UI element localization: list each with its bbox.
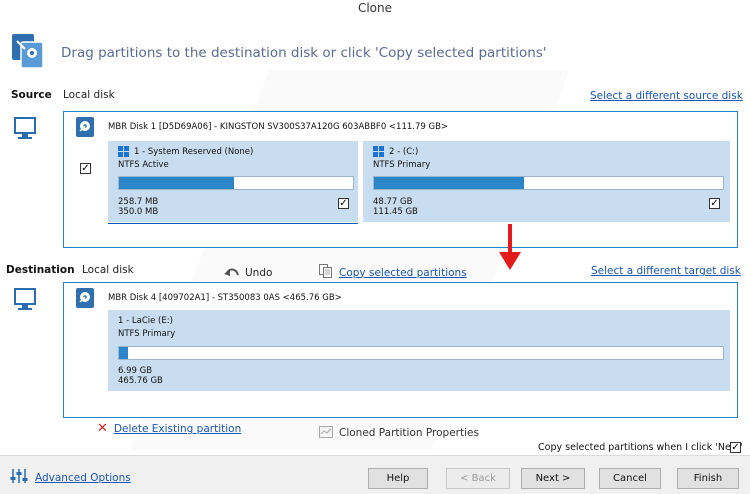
properties-icon — [319, 423, 333, 442]
source-sub-label: Local disk — [63, 89, 115, 101]
cancel-button[interactable]: Cancel — [599, 468, 661, 489]
source-label: Source — [11, 89, 52, 101]
select-target-disk-link[interactable]: Select a different target disk — [591, 265, 741, 277]
source-partition-2[interactable]: 2 - (C:) NTFS Primary 48.77 GB 111.45 GB… — [363, 141, 730, 222]
monitor-icon — [14, 288, 36, 314]
clone-icon — [11, 33, 45, 69]
destination-partition-1[interactable]: 1 - LaCie (E:) NTFS Primary 6.99 GB 465.… — [108, 310, 730, 391]
partition-checkbox[interactable]: ✓ — [338, 198, 349, 209]
back-button[interactable]: < Back — [446, 468, 510, 489]
cloned-partition-properties-label: Cloned Partition Properties — [339, 426, 479, 439]
source-partition-1[interactable]: 1 - System Reserved (None) NTFS Active 2… — [108, 141, 358, 222]
finish-button[interactable]: Finish — [677, 468, 739, 489]
partition-usage-fill — [374, 177, 525, 189]
arrow-down-icon — [499, 224, 521, 276]
partition-type: NTFS Primary — [373, 160, 431, 170]
disk-icon — [76, 117, 94, 137]
copy-selected-partitions[interactable]: Copy selected partitions — [319, 263, 467, 282]
partition-name: 1 - System Reserved (None) — [134, 147, 254, 157]
delete-x-icon: ✕ — [97, 421, 108, 436]
partition-usage-fill — [119, 177, 234, 189]
destination-sub-label: Local disk — [82, 264, 134, 276]
partition-usage-fill — [119, 347, 129, 359]
partition-type: NTFS Active — [118, 160, 169, 170]
destination-label: Destination — [6, 264, 75, 276]
source-disk-title: MBR Disk 1 [D5D69A06] - KINGSTON SV300S3… — [108, 122, 449, 132]
partition-total-size: 111.45 GB — [373, 207, 418, 217]
copy-on-next-label: Copy selected partitions when I click 'N… — [538, 442, 743, 453]
partition-usage-bar — [118, 346, 724, 360]
delete-existing-partition-link[interactable]: Delete Existing partition — [114, 423, 241, 435]
copy-icon — [319, 263, 333, 282]
windows-icon — [373, 146, 384, 157]
next-button[interactable]: Next > — [521, 468, 585, 489]
undo-label: Undo — [245, 266, 273, 279]
partition-used-size: 258.7 MB — [118, 197, 159, 207]
header-instruction: Drag partitions to the destination disk … — [61, 45, 547, 61]
partition-usage-bar — [118, 176, 354, 190]
advanced-options-link[interactable]: Advanced Options — [35, 472, 131, 484]
monitor-icon — [14, 117, 36, 143]
destination-disk-title: MBR Disk 4 [409702A1] - ST350083 0AS <46… — [108, 293, 342, 303]
help-button[interactable]: Help — [368, 468, 428, 489]
partition-name: 2 - (C:) — [389, 147, 419, 157]
partition-name: 1 - LaCie (E:) — [118, 316, 173, 326]
destination-disk-panel[interactable]: MBR Disk 4 [409702A1] - ST350083 0AS <46… — [63, 282, 738, 418]
disk-icon — [76, 288, 94, 308]
partition-checkbox[interactable]: ✓ — [709, 198, 720, 209]
partition-underline — [108, 223, 358, 224]
window-title: Clone — [357, 1, 393, 15]
partition-total-size: 465.76 GB — [118, 376, 163, 386]
partition-usage-bar — [373, 176, 724, 190]
delete-existing-partition[interactable]: ✕ Delete Existing partition — [97, 421, 241, 436]
copy-selected-partitions-link[interactable]: Copy selected partitions — [339, 267, 467, 279]
undo-icon — [224, 263, 240, 282]
partition-total-size: 350.0 MB — [118, 207, 159, 217]
advanced-options[interactable]: Advanced Options — [10, 468, 131, 488]
windows-icon — [118, 146, 129, 157]
select-source-disk-link[interactable]: Select a different source disk — [590, 90, 743, 102]
partition-type: NTFS Primary — [118, 329, 176, 339]
undo-button[interactable]: Undo — [224, 263, 272, 282]
settings-sliders-icon — [10, 468, 28, 488]
partition-used-size: 6.99 GB — [118, 366, 153, 376]
cloned-partition-properties[interactable]: Cloned Partition Properties — [319, 423, 479, 442]
source-disk-checkbox[interactable]: ✓ — [80, 163, 91, 174]
source-disk-panel[interactable]: MBR Disk 1 [D5D69A06] - KINGSTON SV300S3… — [63, 111, 738, 248]
partition-used-size: 48.77 GB — [373, 197, 413, 207]
copy-on-next-checkbox[interactable]: ✓ — [730, 442, 741, 453]
